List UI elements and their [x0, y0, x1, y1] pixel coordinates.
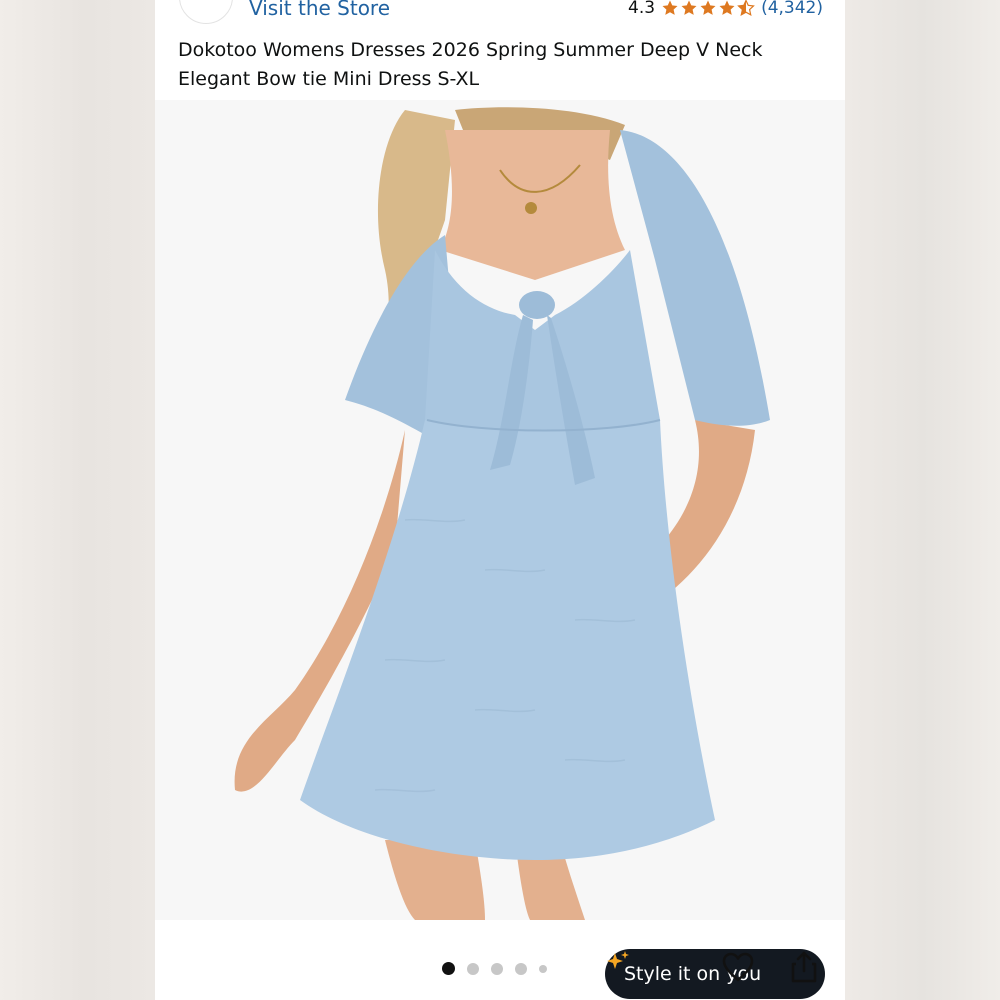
rating-value: 4.3 — [628, 0, 656, 18]
star-rating — [661, 0, 755, 17]
background-left — [0, 0, 155, 1000]
rating-summary[interactable]: 4.3 (4,342) — [628, 0, 823, 18]
star-icon — [662, 0, 678, 15]
heart-icon[interactable] — [721, 951, 755, 983]
app-screen: Visit the Store 4.3 (4,342) Dokotoo Wome… — [155, 0, 845, 1000]
product-photo — [234, 107, 770, 920]
share-icon[interactable] — [789, 950, 819, 984]
visit-store-link[interactable]: Visit the Store — [249, 0, 390, 20]
carousel-indicator — [442, 962, 547, 975]
carousel-dot[interactable] — [539, 964, 547, 973]
carousel-dot[interactable] — [515, 962, 527, 975]
half-star-icon — [737, 0, 755, 16]
background-right — [845, 0, 1000, 1000]
product-image[interactable]: Style it on you — [155, 100, 845, 999]
product-title: Dokotoo Womens Dresses 2026 Spring Summe… — [178, 39, 763, 90]
star-icon — [700, 0, 716, 15]
carousel-dot[interactable] — [467, 962, 479, 975]
store-header: Visit the Store 4.3 (4,342) — [155, 0, 845, 24]
sparkle-icon — [607, 951, 629, 969]
store-logo[interactable] — [179, 0, 233, 24]
carousel-dot[interactable] — [442, 962, 455, 975]
rating-count-link[interactable]: (4,342) — [761, 0, 823, 18]
star-icon — [719, 0, 735, 15]
star-icon — [681, 0, 697, 15]
carousel-dot[interactable] — [491, 962, 503, 975]
